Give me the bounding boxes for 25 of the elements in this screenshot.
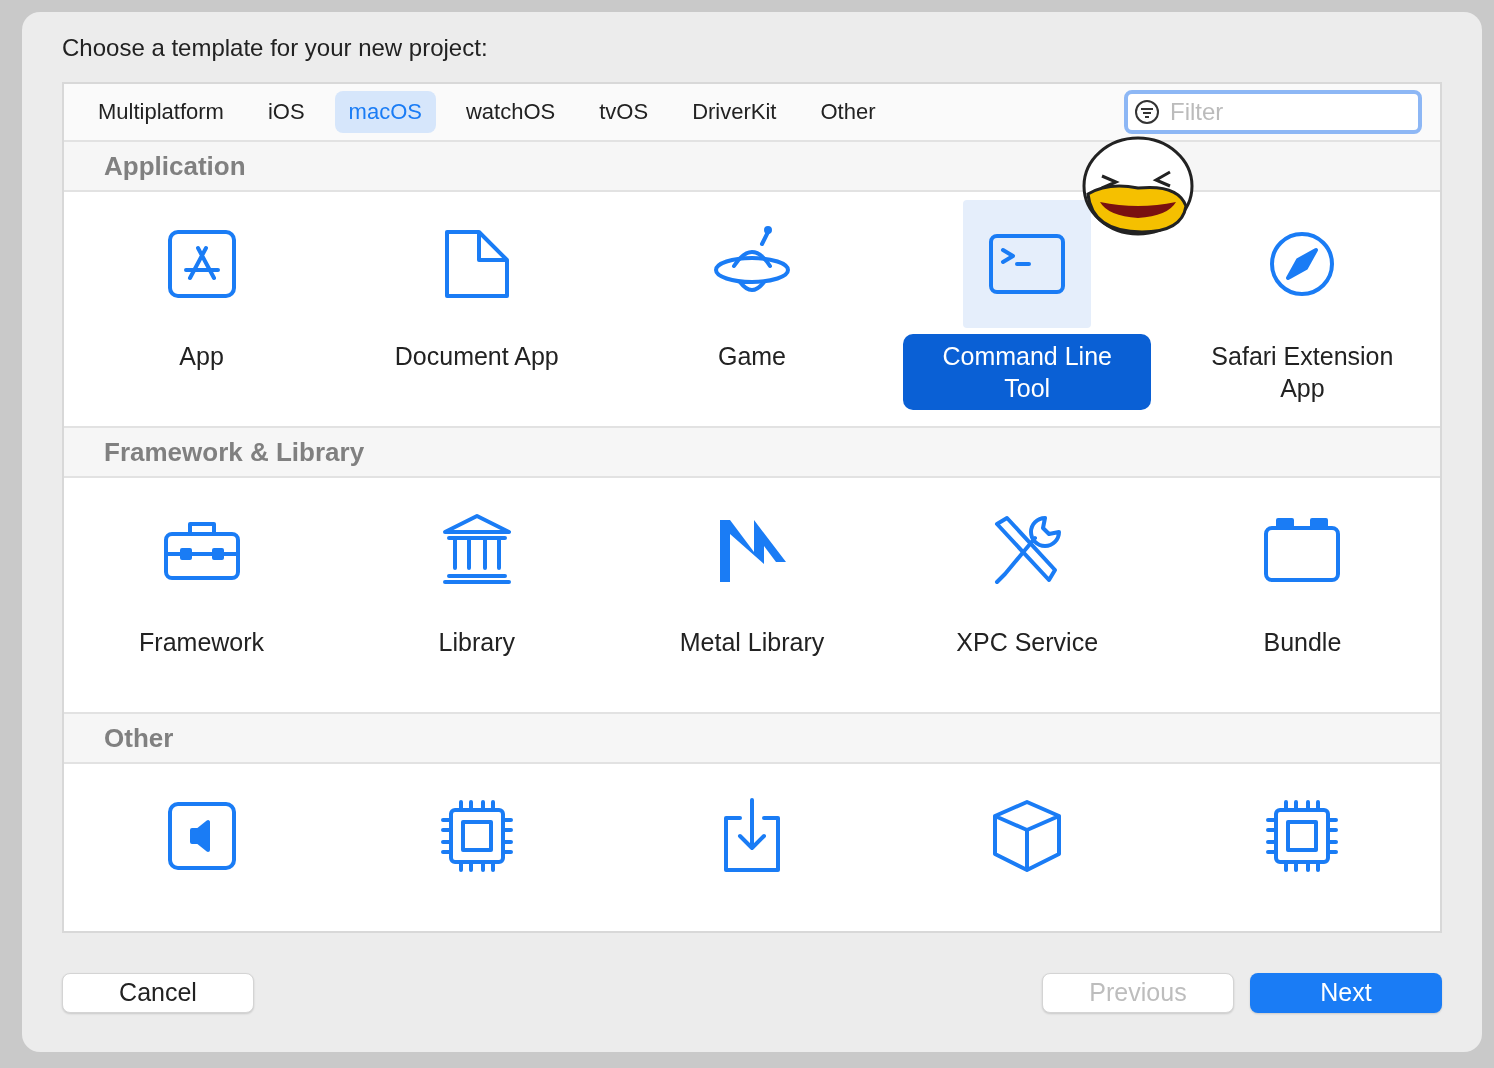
section-title: Application: [104, 150, 246, 182]
section-title: Other: [104, 722, 174, 754]
filter-field[interactable]: Filter: [1124, 90, 1422, 134]
platform-tab[interactable]: DriverKit: [678, 91, 791, 133]
template-label: App: [178, 341, 225, 372]
template-label: Library: [437, 627, 516, 658]
dialog-button[interactable]: Cancel: [62, 972, 254, 1013]
template-label: Safari Extension App: [1210, 341, 1395, 404]
platform-tab[interactable]: Multiplatform: [84, 91, 238, 133]
template-label: Framework: [138, 627, 266, 658]
platform-tab[interactable]: tvOS: [585, 91, 663, 133]
template-label: Command Line Tool: [903, 334, 1152, 410]
template-label: Bundle: [1262, 627, 1343, 658]
platform-tab[interactable]: Other: [806, 91, 890, 133]
template-label: Game: [716, 341, 788, 372]
filter-icon: [1134, 99, 1160, 125]
template-label: XPC Service: [955, 627, 1100, 658]
dialog-button[interactable]: Next: [1250, 972, 1442, 1013]
platform-tab[interactable]: iOS: [253, 91, 319, 133]
template-label: Metal Library: [678, 627, 826, 658]
template-tile[interactable]: [963, 200, 1092, 328]
section-title: Framework & Library: [104, 436, 365, 468]
template-label: Document App: [393, 341, 560, 372]
dialog-title: Choose a template for your new project:: [62, 34, 489, 63]
platform-tab[interactable]: watchOS: [451, 91, 570, 133]
